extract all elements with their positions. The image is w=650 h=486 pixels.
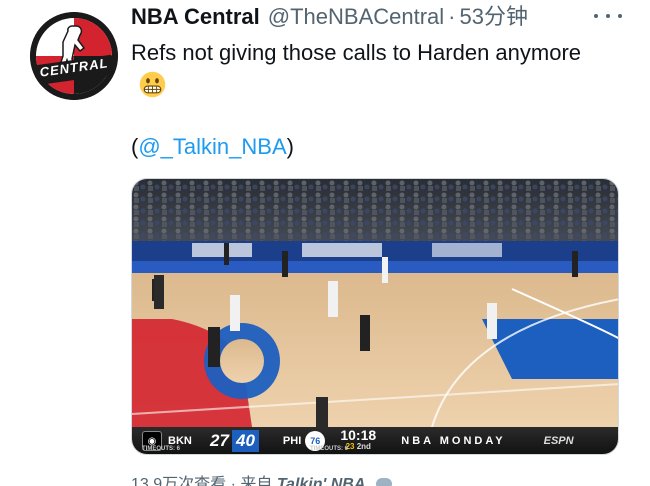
tweet-timestamp[interactable]: 53分钟 (460, 4, 528, 30)
tweet-header: NBA Central @TheNBACentral · 53分钟 (131, 4, 528, 30)
author-name[interactable]: NBA Central (131, 4, 260, 30)
source-prefix: 来自 (240, 476, 273, 486)
tweet-text: Refs not giving those calls to Harden an… (131, 36, 601, 102)
mention-link[interactable]: @_Talkin_NBA (138, 134, 286, 159)
more-options-button[interactable] (588, 6, 628, 26)
tweet-footer: 13.9万次查看 · 来自 Talkin' NBA (131, 470, 392, 486)
period: 2nd (356, 442, 371, 451)
mention-line: (@_Talkin_NBA) (131, 130, 294, 163)
video-player[interactable]: ◉ BKN 27 40 PHI 76 10:18 23 2nd NBA MOND… (131, 178, 619, 455)
home-timeouts: TIMEOUTS: 6 (310, 446, 349, 452)
home-team: PHI (282, 435, 302, 447)
broadcast-title: NBA MONDAY (401, 435, 506, 447)
more-dot-icon (594, 14, 598, 18)
mention-close-paren: ) (286, 134, 294, 159)
avatar[interactable]: CENTRAL (30, 12, 118, 100)
header-separator: · (448, 4, 456, 29)
grimacing-face-icon (139, 71, 166, 98)
video-frame (132, 179, 618, 428)
network-logo: ESPN (543, 435, 574, 447)
more-dot-icon (618, 14, 622, 18)
scoreboard: ◉ BKN 27 40 PHI 76 10:18 23 2nd NBA MOND… (132, 427, 618, 454)
author-handle[interactable]: @TheNBACentral (268, 4, 444, 30)
speech-bubble-icon (375, 478, 392, 486)
away-timeouts: TIMEOUTS: 6 (142, 446, 181, 452)
tweet-body: Refs not giving those calls to Harden an… (131, 40, 582, 65)
view-count: 13.9万次查看 (131, 476, 227, 486)
home-score: 40 (232, 430, 259, 452)
footer-separator: · (230, 476, 236, 486)
source-link[interactable]: Talkin' NBA (277, 476, 366, 486)
away-score: 27 (210, 431, 229, 450)
more-dot-icon (606, 14, 610, 18)
